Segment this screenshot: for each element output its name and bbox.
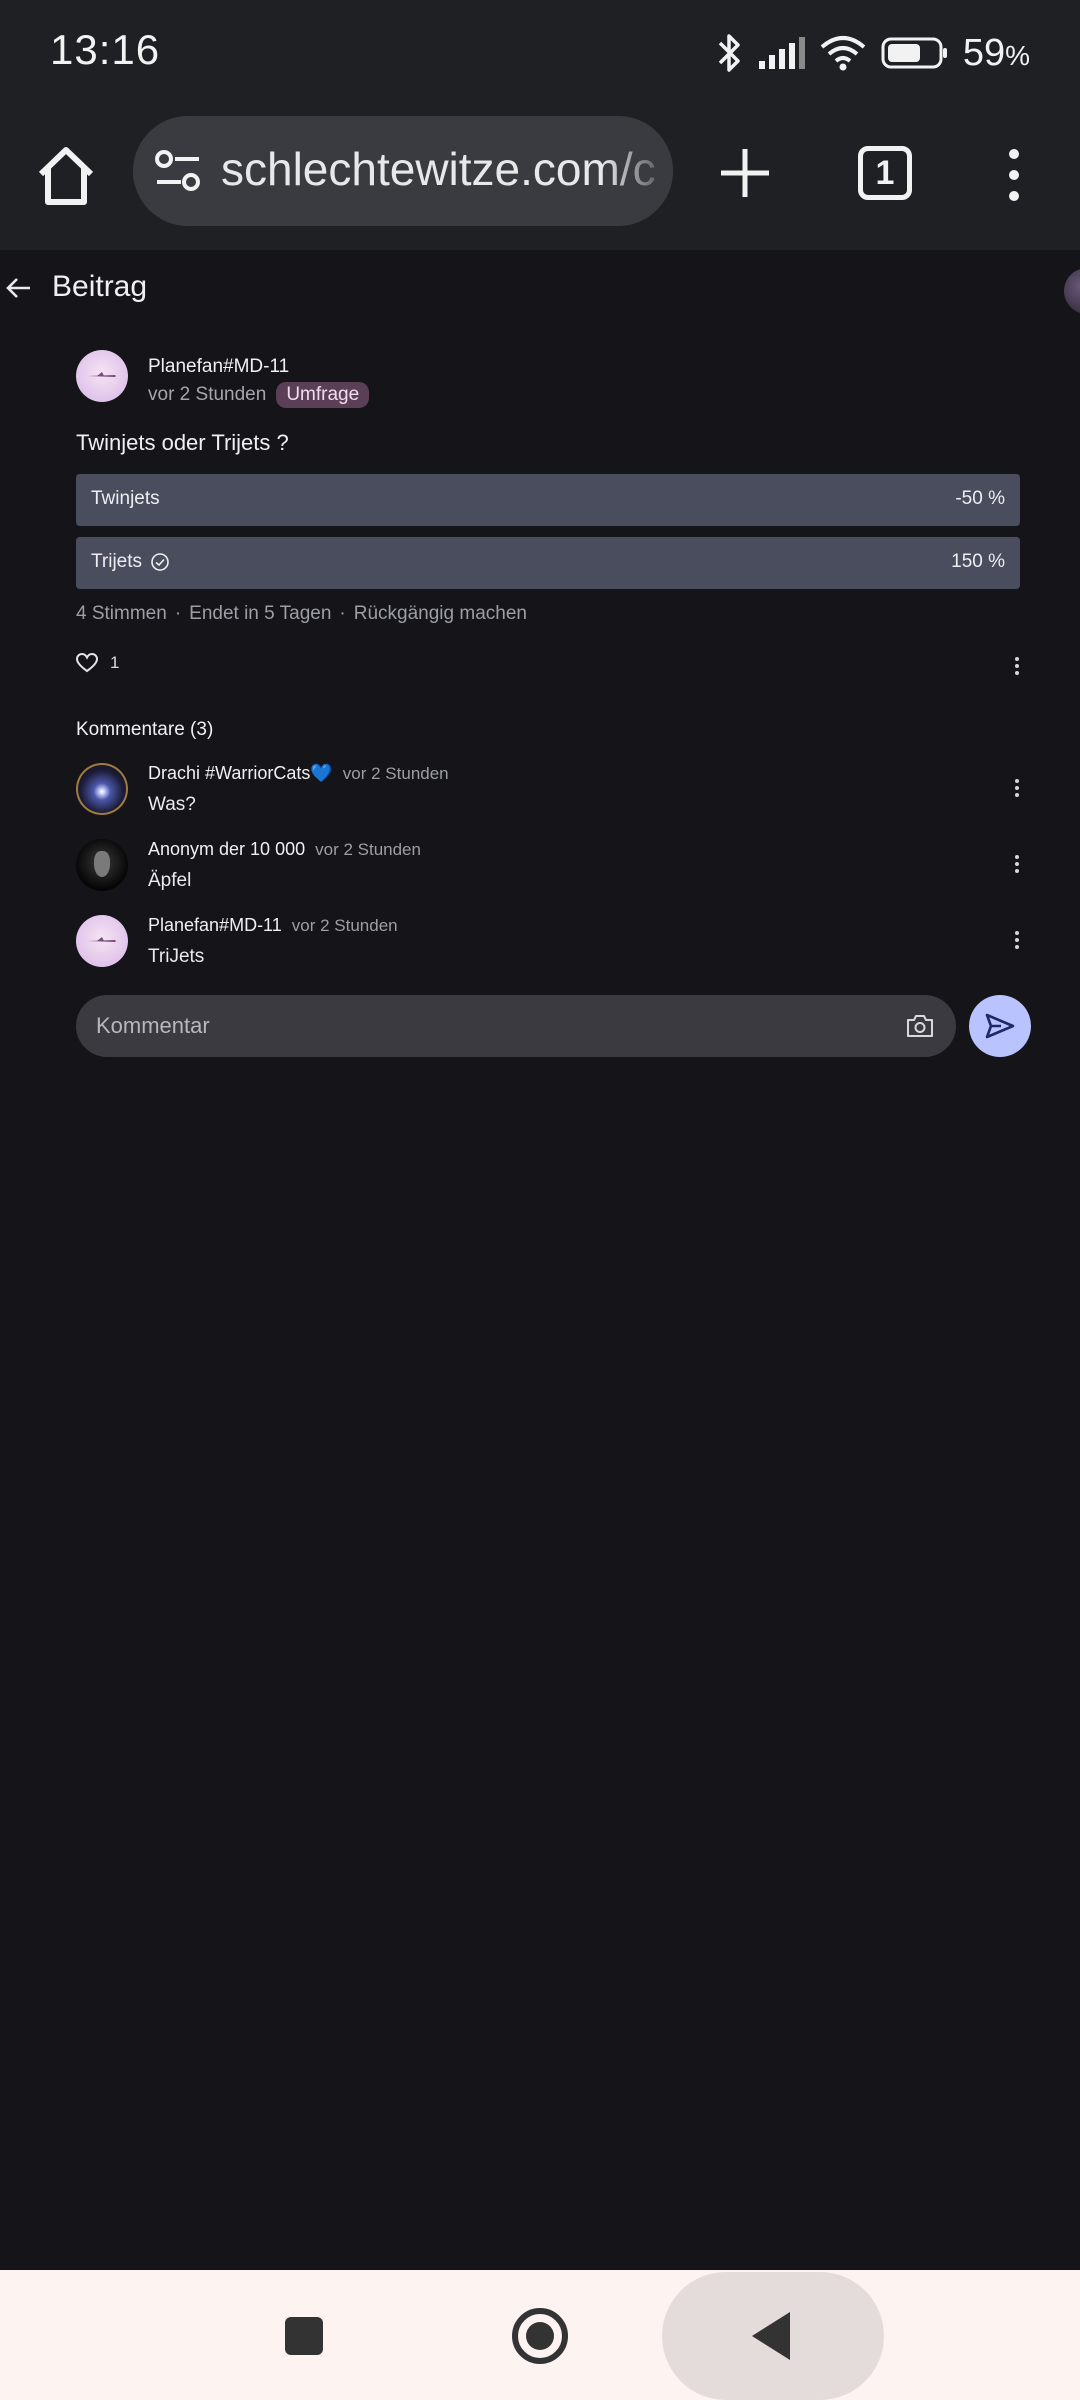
comment-author[interactable]: Anonym der 10 000 (148, 839, 305, 859)
battery-icon (881, 37, 947, 69)
post-more-icon[interactable] (1014, 657, 1020, 677)
bluetooth-icon (718, 34, 740, 72)
vote-count: 4 Stimmen (76, 603, 167, 624)
poll-option-percent: 150 % (951, 551, 1005, 572)
plane-icon (88, 372, 116, 377)
camera-icon[interactable] (906, 1013, 934, 1039)
separator-dot: · (339, 603, 346, 624)
poll-option-trijets[interactable]: Trijets 150 % (76, 537, 1020, 589)
post-header: Planefan#MD-11 vor 2 Stunden Umfrage (76, 350, 1020, 408)
status-time: 13:16 (50, 26, 161, 73)
recents-icon[interactable] (285, 2317, 323, 2355)
comment-more-icon[interactable] (1014, 779, 1020, 799)
send-button[interactable] (969, 995, 1031, 1057)
system-navigation-bar (0, 2270, 1080, 2400)
separator-dot: · (174, 603, 182, 624)
comment-time: vor 2 Stunden (342, 764, 449, 783)
check-circle-icon (151, 553, 169, 571)
poll-stats: 4 Stimmen · Endet in 5 Tagen · Rückgängi… (76, 603, 1020, 625)
anonymous-mask-icon (94, 851, 110, 877)
back-arrow-icon[interactable] (4, 274, 32, 302)
comment-text: Äpfel (148, 870, 192, 891)
page-title: Beitrag (52, 270, 148, 303)
comment-more-icon[interactable] (1014, 931, 1020, 951)
home-icon[interactable] (36, 144, 96, 208)
site-settings-icon[interactable] (153, 148, 203, 194)
poll-option-label: Twinjets (91, 488, 160, 509)
comment-time: vor 2 Stunden (291, 916, 398, 935)
post-time: vor 2 Stunden (148, 384, 267, 405)
commenter-avatar[interactable] (76, 839, 128, 891)
wifi-icon (820, 36, 866, 71)
plane-icon (88, 937, 116, 942)
more-options-icon[interactable] (1000, 146, 1028, 204)
comments-title: Kommentare (3) (76, 719, 214, 740)
signal-icon (758, 37, 805, 69)
back-icon[interactable] (752, 2312, 790, 2360)
post-author[interactable]: Planefan#MD-11 (148, 356, 369, 378)
poll-end: Endet in 5 Tagen (189, 603, 332, 624)
status-bar: 13:16 59% (0, 0, 1080, 108)
comment-time: vor 2 Stunden (315, 840, 421, 859)
poll-question: Twinjets oder Trijets ? (76, 430, 289, 455)
post: Planefan#MD-11 vor 2 Stunden Umfrage Twi… (76, 350, 1031, 1057)
poll: Twinjets -50 % Trijets 150 % (76, 474, 1020, 589)
poll-option-twinjets[interactable]: Twinjets -50 % (76, 474, 1020, 526)
undo-vote-link[interactable]: Rückgängig machen (354, 603, 527, 625)
comment-more-icon[interactable] (1014, 855, 1020, 875)
page-header: Beitrag (0, 250, 1080, 330)
post-type-badge: Umfrage (276, 382, 370, 408)
comment-author[interactable]: Drachi #WarriorCats💙 (148, 763, 333, 783)
comment-author[interactable]: Planefan#MD-11 (148, 915, 282, 935)
commenter-avatar[interactable] (76, 763, 128, 815)
post-meta: vor 2 Stunden Umfrage (148, 382, 370, 408)
poll-bar-fill (76, 537, 1020, 589)
home-button-icon[interactable] (512, 2308, 568, 2364)
post-reactions: 1 (76, 649, 1020, 683)
url-bar[interactable]: schlechtewitze.com/c (133, 116, 673, 226)
browser-toolbar: schlechtewitze.com/c 1 (0, 108, 1080, 250)
tab-switcher-button[interactable]: 1 (858, 146, 912, 200)
poll-bar-fill (76, 474, 1020, 526)
comment-text: Was? (148, 794, 196, 815)
comment-input[interactable] (76, 995, 956, 1057)
status-icons: 59% (717, 28, 1030, 78)
new-tab-icon[interactable] (718, 146, 772, 200)
send-icon (985, 1013, 1015, 1039)
heart-icon[interactable] (76, 653, 98, 673)
battery-percent: 59% (962, 31, 1030, 74)
comment: Drachi #WarriorCats💙 vor 2 Stunden Was? (76, 763, 1020, 817)
url-fade (603, 116, 673, 226)
like-count: 1 (110, 653, 120, 672)
user-avatar[interactable] (1064, 268, 1080, 314)
comment-text: TriJets (148, 946, 205, 967)
url-text[interactable]: schlechtewitze.com/c (221, 142, 661, 196)
poll-option-label: Trijets (91, 551, 170, 573)
commenter-avatar[interactable] (76, 915, 128, 967)
author-avatar[interactable] (76, 350, 128, 402)
poll-option-percent: -50 % (955, 488, 1005, 509)
comment: Planefan#MD-11 vor 2 Stunden TriJets (76, 915, 1020, 969)
comment: Anonym der 10 000 vor 2 Stunden Äpfel (76, 839, 1020, 893)
comment-composer (76, 995, 1031, 1057)
